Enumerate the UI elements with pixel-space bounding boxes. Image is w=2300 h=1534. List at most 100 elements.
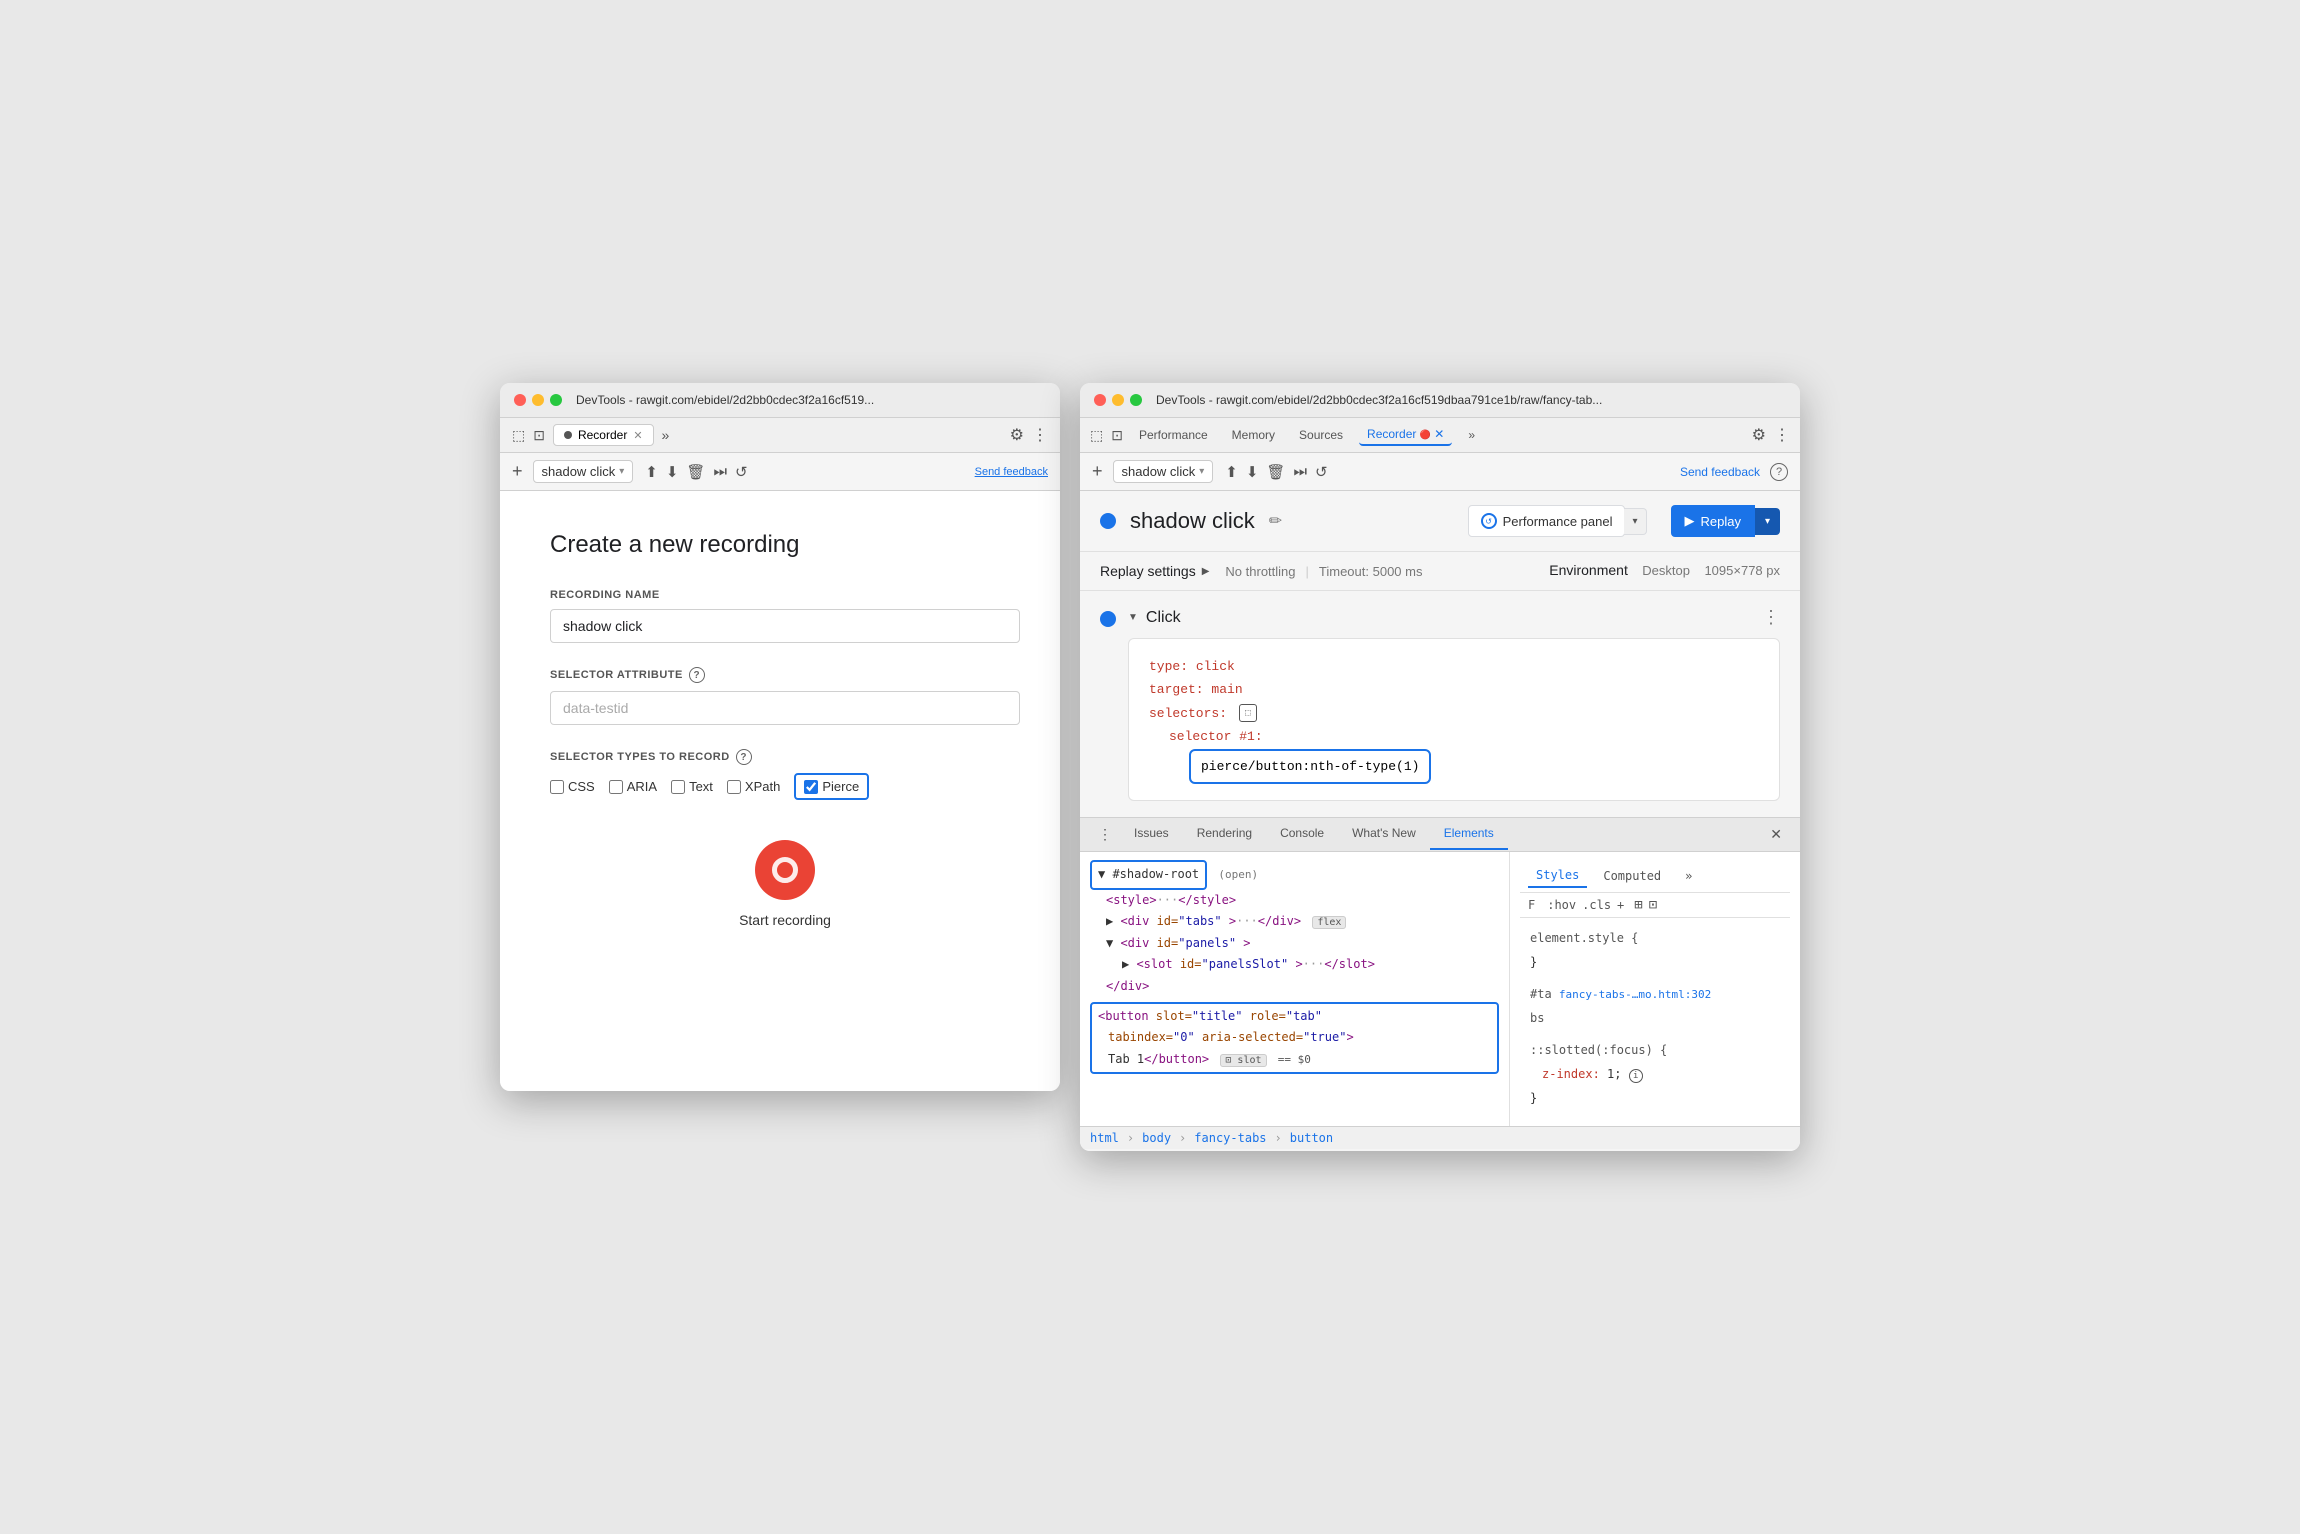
selector-attribute-help-icon[interactable]: ? xyxy=(689,667,705,683)
replay-button[interactable]: ▶ Replay xyxy=(1671,505,1755,537)
breadcrumb-fancy-tabs[interactable]: fancy-tabs xyxy=(1194,1131,1266,1145)
import-btn[interactable]: ⬇ xyxy=(666,463,679,481)
shadow-root-highlight[interactable]: ▼ #shadow-root xyxy=(1090,860,1207,890)
style-source-link[interactable]: fancy-tabs-…mo.html:302 xyxy=(1559,988,1711,1001)
delete-btn-right[interactable]: 🗑 xyxy=(1266,463,1285,481)
close-light[interactable] xyxy=(514,394,526,406)
element-style-rule: element.style { } xyxy=(1530,926,1780,974)
performance-panel-button[interactable]: ↺ Performance panel xyxy=(1468,505,1626,537)
cursor-icon[interactable]: ⬚ xyxy=(512,427,525,444)
code-selector-num-line: selector #1: xyxy=(1149,725,1759,748)
new-rule-icon[interactable]: ⊞ xyxy=(1634,897,1642,913)
info-icon[interactable]: i xyxy=(1629,1069,1643,1083)
step-over-btn[interactable]: ⏭ xyxy=(713,463,727,480)
computed-tab[interactable]: Computed xyxy=(1595,865,1669,887)
more-tabs-icon[interactable]: » xyxy=(662,427,670,443)
breadcrumb-html[interactable]: html xyxy=(1090,1131,1119,1145)
minimize-light[interactable] xyxy=(532,394,544,406)
replay-settings-toggle[interactable]: Replay settings ▶ xyxy=(1100,563,1209,579)
tabs-div-line: ▶ <div id="tabs" >···</div> flex xyxy=(1090,911,1499,933)
button-highlight[interactable]: <button slot="title" role="tab" tabindex… xyxy=(1090,1002,1499,1075)
perf-panel-group: ↺ Performance panel ▾ xyxy=(1468,505,1647,537)
close-bottom-panel-icon[interactable]: ✕ xyxy=(1762,818,1790,851)
add-style-btn[interactable]: + xyxy=(1617,898,1624,912)
aria-checkbox[interactable] xyxy=(609,780,623,794)
pierce-checkbox-item[interactable]: Pierce xyxy=(794,773,869,800)
recorder-tab-right[interactable]: Recorder 🔴 ✕ xyxy=(1359,424,1452,446)
left-window-title: DevTools - rawgit.com/ebidel/2d2bb0cdec3… xyxy=(576,393,874,407)
recorder-tab-left[interactable]: Recorder ✕ xyxy=(553,424,654,446)
settings-gear-icon[interactable]: ⚙ xyxy=(1010,425,1024,445)
recording-status-dot xyxy=(1100,513,1116,529)
selector-attribute-input[interactable] xyxy=(550,691,1020,725)
css-checkbox[interactable] xyxy=(550,780,564,794)
breadcrumb-button[interactable]: button xyxy=(1290,1131,1333,1145)
cursor-icon-right[interactable]: ⬚ xyxy=(1090,427,1103,444)
minimize-light-right[interactable] xyxy=(1112,394,1124,406)
elements-tab[interactable]: Elements xyxy=(1430,818,1508,850)
recording-name-input[interactable] xyxy=(550,609,1020,643)
settings-gear-right-icon[interactable]: ⚙ xyxy=(1752,425,1766,445)
mobile-icon[interactable]: ⊡ xyxy=(533,427,545,444)
selector-types-help-icon[interactable]: ? xyxy=(736,749,752,765)
maximize-light[interactable] xyxy=(550,394,562,406)
sources-tab[interactable]: Sources xyxy=(1291,425,1351,445)
more-menu-icon[interactable]: ⋮ xyxy=(1032,425,1048,445)
step-status-dot xyxy=(1100,611,1116,627)
rendering-tab[interactable]: Rendering xyxy=(1183,818,1266,850)
step-over-btn-right[interactable]: ⏭ xyxy=(1293,463,1307,480)
pierce-checkbox[interactable] xyxy=(804,780,818,794)
cls-filter[interactable]: .cls xyxy=(1582,898,1611,912)
traffic-lights-left xyxy=(514,394,562,406)
step-chevron-icon[interactable]: ▼ xyxy=(1128,612,1138,623)
dom-breadcrumb: html › body › fancy-tabs › button xyxy=(1080,1126,1800,1149)
console-tab[interactable]: Console xyxy=(1266,818,1338,850)
selector-attribute-label: SELECTOR ATTRIBUTE ? xyxy=(550,667,1020,683)
tab-label-left: Recorder xyxy=(578,428,627,442)
tab-close-icon[interactable]: ✕ xyxy=(633,429,642,442)
delete-btn[interactable]: 🗑 xyxy=(686,463,705,481)
left-main-content: Create a new recording RECORDING NAME SE… xyxy=(500,491,1060,1091)
styles-more-tab[interactable]: » xyxy=(1677,865,1700,887)
send-feedback-right[interactable]: Send feedback xyxy=(1680,465,1760,479)
inspect-icon[interactable]: ⊡ xyxy=(1649,897,1657,913)
aria-checkbox-item[interactable]: ARIA xyxy=(609,779,657,794)
recording-name-selector[interactable]: shadow click ▾ xyxy=(533,460,634,483)
replay-loop-btn-right[interactable]: ↺ xyxy=(1315,463,1328,481)
xpath-checkbox[interactable] xyxy=(727,780,741,794)
close-light-right[interactable] xyxy=(1094,394,1106,406)
start-recording-button[interactable] xyxy=(755,840,815,900)
add-recording-button[interactable]: + xyxy=(512,461,523,482)
perf-panel-chevron-button[interactable]: ▾ xyxy=(1624,508,1646,535)
add-recording-button-right[interactable]: + xyxy=(1092,461,1103,482)
xpath-checkbox-item[interactable]: XPath xyxy=(727,779,780,794)
mobile-icon-right[interactable]: ⊡ xyxy=(1111,427,1123,444)
whats-new-tab[interactable]: What's New xyxy=(1338,818,1430,850)
css-checkbox-item[interactable]: CSS xyxy=(550,779,595,794)
styles-tab[interactable]: Styles xyxy=(1528,864,1587,888)
hover-filter[interactable]: :hov xyxy=(1547,898,1576,912)
maximize-light-right[interactable] xyxy=(1130,394,1142,406)
selector-attribute-section: SELECTOR ATTRIBUTE ? xyxy=(550,667,1020,725)
send-feedback-left[interactable]: Send feedback xyxy=(975,466,1048,478)
more-menu-right-icon[interactable]: ⋮ xyxy=(1774,425,1790,445)
export-btn-right[interactable]: ⬆ xyxy=(1225,463,1238,481)
breadcrumb-body[interactable]: body xyxy=(1142,1131,1171,1145)
performance-tab[interactable]: Performance xyxy=(1131,425,1216,445)
bottom-more-btn[interactable]: ⋮ xyxy=(1090,822,1120,847)
selector-chevron-icon: ▾ xyxy=(619,466,624,477)
replay-loop-btn[interactable]: ↺ xyxy=(735,463,748,481)
import-btn-right[interactable]: ⬇ xyxy=(1246,463,1259,481)
replay-dropdown-button[interactable]: ▾ xyxy=(1755,508,1780,535)
tab-dot xyxy=(564,431,572,439)
help-icon-right[interactable]: ? xyxy=(1770,463,1788,481)
step-more-icon[interactable]: ⋮ xyxy=(1762,607,1780,628)
issues-tab[interactable]: Issues xyxy=(1120,818,1183,850)
more-tabs-right[interactable]: » xyxy=(1460,425,1483,445)
export-btn[interactable]: ⬆ xyxy=(645,463,658,481)
text-checkbox-item[interactable]: Text xyxy=(671,779,713,794)
memory-tab[interactable]: Memory xyxy=(1224,425,1283,445)
recording-name-selector-right[interactable]: shadow click ▾ xyxy=(1113,460,1214,483)
edit-recording-name-icon[interactable]: ✏ xyxy=(1269,511,1282,531)
text-checkbox[interactable] xyxy=(671,780,685,794)
